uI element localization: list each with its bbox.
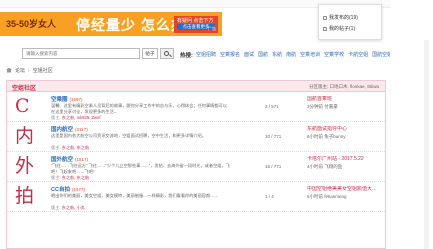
board-moderators: 版主: 东之航, 东之航: [51, 175, 89, 181]
board-mods-names[interactable]: 东之航, 小丸: [62, 205, 85, 210]
board-mods-label: 版主:: [51, 115, 61, 120]
board-mods-label: 版主:: [51, 175, 61, 180]
breadcrumb-item[interactable]: 论坛: [15, 68, 25, 74]
board-icon[interactable]: 外: [15, 156, 34, 176]
menu-item-replies[interactable]: 我发布的(19): [323, 14, 358, 21]
last-post-title[interactable]: 国航首乘班: [307, 96, 385, 103]
board-icon[interactable]: 拍: [15, 186, 34, 206]
board-description: 温馨、这里有精彩空乘人员背后的故事，跟你分享工作中的苦与乐，心得体会；任何事情都…: [51, 103, 227, 114]
reply-icon: [323, 15, 327, 20]
hot-search-label: 热搜:: [180, 53, 193, 59]
board-new-count: (1577): [71, 187, 85, 192]
board-moderators: 版主: 东之航, 小丸: [51, 205, 85, 211]
forum-header: 空姐社区 分区版主: 口地口木, flonkae, Stiiwa: [7, 81, 385, 92]
menu-item-label: 我的帖子(1): [329, 26, 356, 32]
hot-tag[interactable]: 面试: [244, 52, 254, 58]
board-name[interactable]: 国内航空 (3117): [51, 125, 88, 133]
search-input[interactable]: [22, 48, 140, 59]
board-last-post: 国航首乘班 3分钟前 付嘉豪: [307, 96, 385, 110]
forum-title[interactable]: 空姐社区: [12, 83, 36, 92]
menu-item-my-posts[interactable]: 我的帖子(1): [323, 25, 355, 32]
board-description: "飞往……飞往远方" 飞往……"少个儿立空那些事……"，发帖，去海外留一段时光，…: [51, 163, 230, 174]
scrollbar[interactable]: [424, 40, 429, 249]
board-description: 晒出你们的美丽，美女空姐，美女模特，美丽制服…一样精彩，我们看看你的美丽容颜……: [51, 193, 219, 198]
breadcrumb-item[interactable]: 空姐社区: [33, 68, 53, 74]
board-new-count: (1517): [75, 157, 89, 162]
board-row: 内 国内航空 (3117) 这里是国内各大航空公司资讯交流地，空姐面试招聘，空中生…: [7, 123, 385, 152]
last-post-title[interactable]: 卡塔尔广州站 - 2017.5.22: [307, 156, 385, 163]
hot-tag[interactable]: 空乘学校: [324, 52, 344, 58]
breadcrumb: 论坛 › 空姐社区: [6, 67, 386, 77]
board-row: C 空乘圈 (1597) 温馨、这里有精彩空乘人员背后的故事，跟你分享工作中的苦与…: [7, 93, 385, 122]
menu-item-label: 我发布的(19): [329, 15, 358, 21]
search-icon-handle: [168, 54, 171, 57]
hot-tag[interactable]: 卡航空姐: [348, 52, 368, 58]
board-mods-names[interactable]: 东之航, mk829, Zwef: [62, 115, 101, 120]
board-row: 拍 CC自拍 (1577) 晒出你们的美丽，美女空姐，美女模特，美丽制服…一样精彩…: [7, 183, 385, 212]
board-counts: 3 / 571: [265, 104, 279, 109]
home-icon[interactable]: [6, 67, 12, 73]
board-new-count: (3117): [75, 127, 88, 132]
board-last-post: 中国空姐绝美美女空姐颜值大... 6小时前 fetianmeng: [307, 186, 385, 200]
user-dropdown-menu: 我发布的(19) 我的帖子(1): [318, 4, 382, 40]
last-post-meta: 6小时前 fetianmeng: [307, 194, 347, 199]
board-name[interactable]: CC自拍 (1577): [51, 185, 85, 193]
forum-moderators: 分区版主: 口地口木, flonkae, Stiiwa: [308, 84, 379, 89]
last-post-meta: 6小时前 兔子bunny: [307, 134, 346, 139]
forum-section: 空姐社区 分区版主: 口地口木, flonkae, Stiiwa C 空乘圈 (1…: [6, 80, 386, 249]
search-row: 帖子 热搜: 空姐招聘空乘报名面试国航东航南航空乘培训空乘学校卡航空姐国航空姐: [0, 44, 433, 64]
board-mods-names[interactable]: 东之航, 东之航: [62, 175, 89, 180]
post-icon: [323, 26, 327, 31]
hot-tag[interactable]: 空姐招聘: [196, 52, 216, 58]
hot-tag[interactable]: 空乘培训: [300, 52, 320, 58]
board-description: 这里是国内各大航空公司资讯交流地，空姐面试招聘，空中生活，和更多详情介绍。: [51, 133, 206, 138]
ad-banner[interactable]: 35-50岁女人 停经量少 怎么办 有疑问 点击下方咨询 点击查看更多 广告: [0, 12, 222, 36]
search-button[interactable]: [160, 48, 174, 59]
last-post-title[interactable]: 东航面试指导中心: [307, 126, 385, 133]
ad-tag: 广告: [208, 26, 216, 31]
hot-tag[interactable]: 空乘报名: [220, 52, 240, 58]
last-post-meta: 3分钟前 付嘉豪: [307, 104, 338, 109]
ad-left-text: 35-50岁女人: [6, 19, 57, 29]
breadcrumb-separator: ›: [28, 68, 30, 74]
hot-tag[interactable]: 东航: [272, 52, 282, 58]
hot-tag[interactable]: 南航: [286, 52, 296, 58]
board-icon[interactable]: 内: [15, 126, 34, 146]
board-mods-label: 版主:: [51, 205, 61, 210]
board-icon[interactable]: C: [15, 96, 30, 116]
board-name[interactable]: 国外航空 (1517): [51, 155, 88, 163]
board-last-post: 东航面试指导中心 6小时前 兔子bunny: [307, 126, 385, 140]
board-last-post: 卡塔尔广州站 - 2017.5.22 4小时前 飞翔的鱼: [307, 156, 385, 170]
board-mods-names[interactable]: 东之航, 东之航: [62, 145, 89, 150]
board-counts: 16 / 771: [265, 164, 282, 169]
last-post-meta: 4小时前 飞翔的鱼: [307, 164, 343, 169]
ad-headline: 停经量少 怎么办: [76, 17, 186, 33]
board-counts: 10 / 771: [265, 134, 282, 139]
ad-side-box: 有疑问 点击下方咨询 点击查看更多 广告: [174, 16, 218, 33]
board-name[interactable]: 空乘圈 (1597): [51, 95, 83, 103]
search-scope-select[interactable]: 帖子: [142, 48, 158, 59]
last-post-title[interactable]: 中国空姐绝美美女空姐颜值大...: [307, 186, 385, 193]
board-moderators: 版主: 东之航, mk829, Zwef: [51, 115, 101, 121]
board-mods-label: 版主:: [51, 145, 61, 150]
hot-tag[interactable]: 国航: [258, 52, 268, 58]
board-counts: 1 / 4: [265, 194, 274, 199]
hot-search-tags: 空姐招聘 空乘报名 面试 国航 东航 南航 空乘培训 空乘学校 卡航空姐 国航空姐: [196, 51, 396, 58]
board-row: 外 国外航空 (1517) "飞往……飞往远方" 飞往……"少个儿立空那些事……"…: [7, 153, 385, 182]
board-moderators: 版主: 东之航, 东之航: [51, 145, 89, 151]
board-new-count: (1597): [69, 97, 83, 102]
